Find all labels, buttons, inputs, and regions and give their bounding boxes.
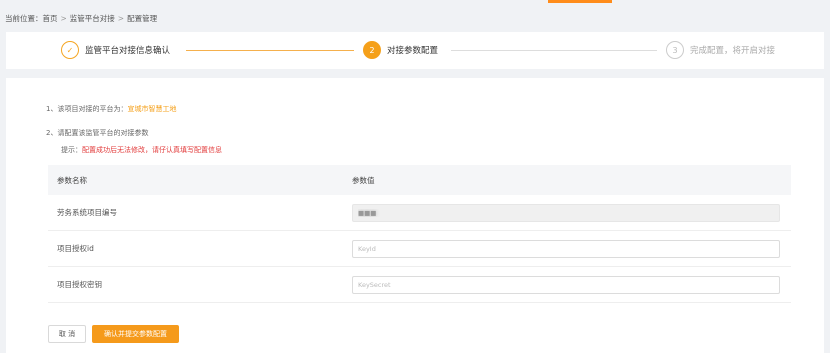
table-row: 项目授权密钥 — [48, 267, 791, 303]
header-param-value: 参数值 — [352, 175, 375, 185]
confirm-submit-button[interactable]: 确认并提交参数配置 — [92, 325, 179, 343]
param-name: 项目授权密钥 — [57, 280, 102, 289]
key-secret-input[interactable] — [352, 275, 780, 294]
platform-info: 1、该项目对接的平台为：宣城市智慧工地 — [46, 105, 177, 113]
steps-bar: ✓ 监管平台对接信息确认 2 对接参数配置 3 完成配置，将开启对接 — [6, 32, 824, 69]
step-config-params: 2 对接参数配置 — [363, 41, 438, 59]
step-confirm-info: ✓ 监管平台对接信息确认 — [61, 41, 170, 59]
step-label: 对接参数配置 — [387, 46, 439, 56]
table-row: 项目授权id — [48, 231, 791, 267]
platform-name: 宣城市智慧工地 — [127, 105, 177, 113]
param-name: 劳务系统项目编号 — [57, 208, 117, 217]
top-accent-bar — [548, 0, 612, 3]
step-complete: 3 完成配置，将开启对接 — [666, 41, 775, 59]
table-header: 参数名称 参数值 — [48, 165, 791, 195]
breadcrumb-prefix: 当前位置： — [5, 13, 43, 23]
step-number: 3 — [666, 41, 684, 59]
breadcrumb: 当前位置： 首页 > 监管平台对接 > 配置管理 — [5, 12, 157, 24]
table-row: 劳务系统项目编号 — [48, 195, 791, 231]
step-label: 监管平台对接信息确认 — [85, 46, 171, 56]
step-connector — [451, 50, 657, 51]
step-label: 完成配置，将开启对接 — [690, 46, 776, 56]
header-param-name: 参数名称 — [57, 175, 87, 185]
cancel-button[interactable]: 取 消 — [48, 325, 86, 343]
config-instruction: 2、请配置该监管平台的对接参数 — [46, 129, 149, 137]
step-number: 2 — [363, 41, 381, 59]
breadcrumb-platform[interactable]: 监管平台对接 — [70, 13, 115, 24]
tip-warning: 配置成功后无法修改，请仔认真填写配置信息 — [82, 146, 222, 154]
breadcrumb-separator: > — [60, 13, 67, 23]
param-name: 项目授权id — [57, 244, 94, 253]
config-tip: 提示：配置成功后无法修改，请仔认真填写配置信息 — [61, 146, 222, 154]
config-panel: 1、该项目对接的平台为：宣城市智慧工地 2、请配置该监管平台的对接参数 提示：配… — [6, 78, 824, 353]
check-icon: ✓ — [61, 41, 79, 59]
step-connector — [186, 50, 354, 51]
param-table: 参数名称 参数值 劳务系统项目编号 项目授权id 项目授权密钥 — [48, 165, 791, 303]
key-id-input[interactable] — [352, 239, 780, 258]
breadcrumb-home[interactable]: 首页 — [43, 13, 58, 24]
breadcrumb-separator: > — [117, 13, 125, 23]
breadcrumb-current: 配置管理 — [127, 13, 158, 23]
project-number-field — [352, 203, 780, 222]
